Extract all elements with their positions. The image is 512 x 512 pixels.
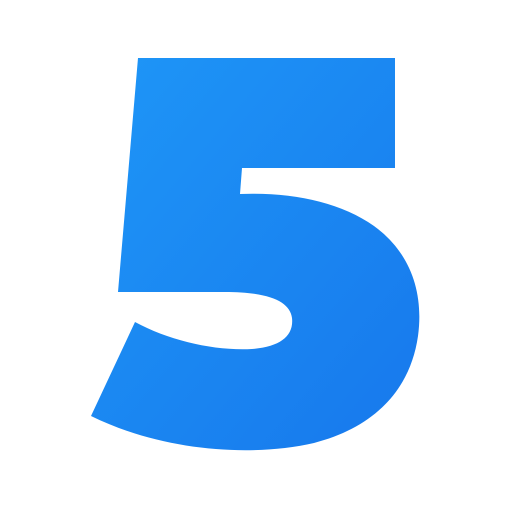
numeral-five-shape [91, 58, 420, 451]
app-icon-canvas [0, 0, 512, 512]
numeral-five-logo-icon [91, 58, 420, 451]
